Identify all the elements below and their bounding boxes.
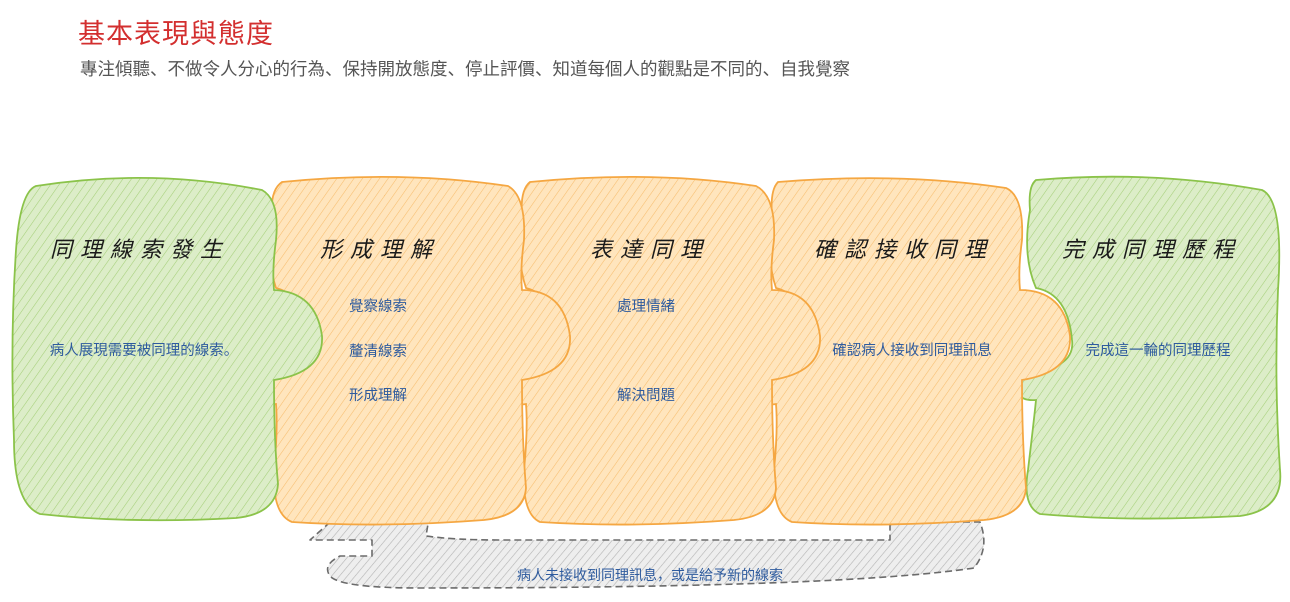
stage-3-item-1: 處理情緒 bbox=[617, 299, 675, 315]
stage-4-item-1: 確認病人接收到同理訊息 bbox=[832, 343, 992, 359]
stage-2-item-3: 形成理解 bbox=[349, 388, 407, 404]
stage-1-item-1: 病人展現需要被同理的線索。 bbox=[49, 343, 239, 359]
stage-4-heading: 確認接收同理 bbox=[813, 238, 994, 263]
stage-2-item-2: 釐清線索 bbox=[349, 344, 407, 360]
stage-5-item-1: 完成這一輪的同理歷程 bbox=[1085, 343, 1231, 359]
stage-2-item-1: 覺察線索 bbox=[349, 299, 407, 315]
loop-back-label: 病人未接收到同理訊息，或是給予新的線索 bbox=[517, 568, 783, 584]
stage-3-heading: 表達同理 bbox=[589, 238, 710, 263]
stage-1-heading: 同理線索發生 bbox=[49, 238, 230, 263]
stage-5-heading: 完成同理歷程 bbox=[1061, 238, 1242, 263]
stage-2-heading: 形成理解 bbox=[319, 238, 440, 263]
stage-3-item-2: 解決問題 bbox=[617, 388, 675, 404]
